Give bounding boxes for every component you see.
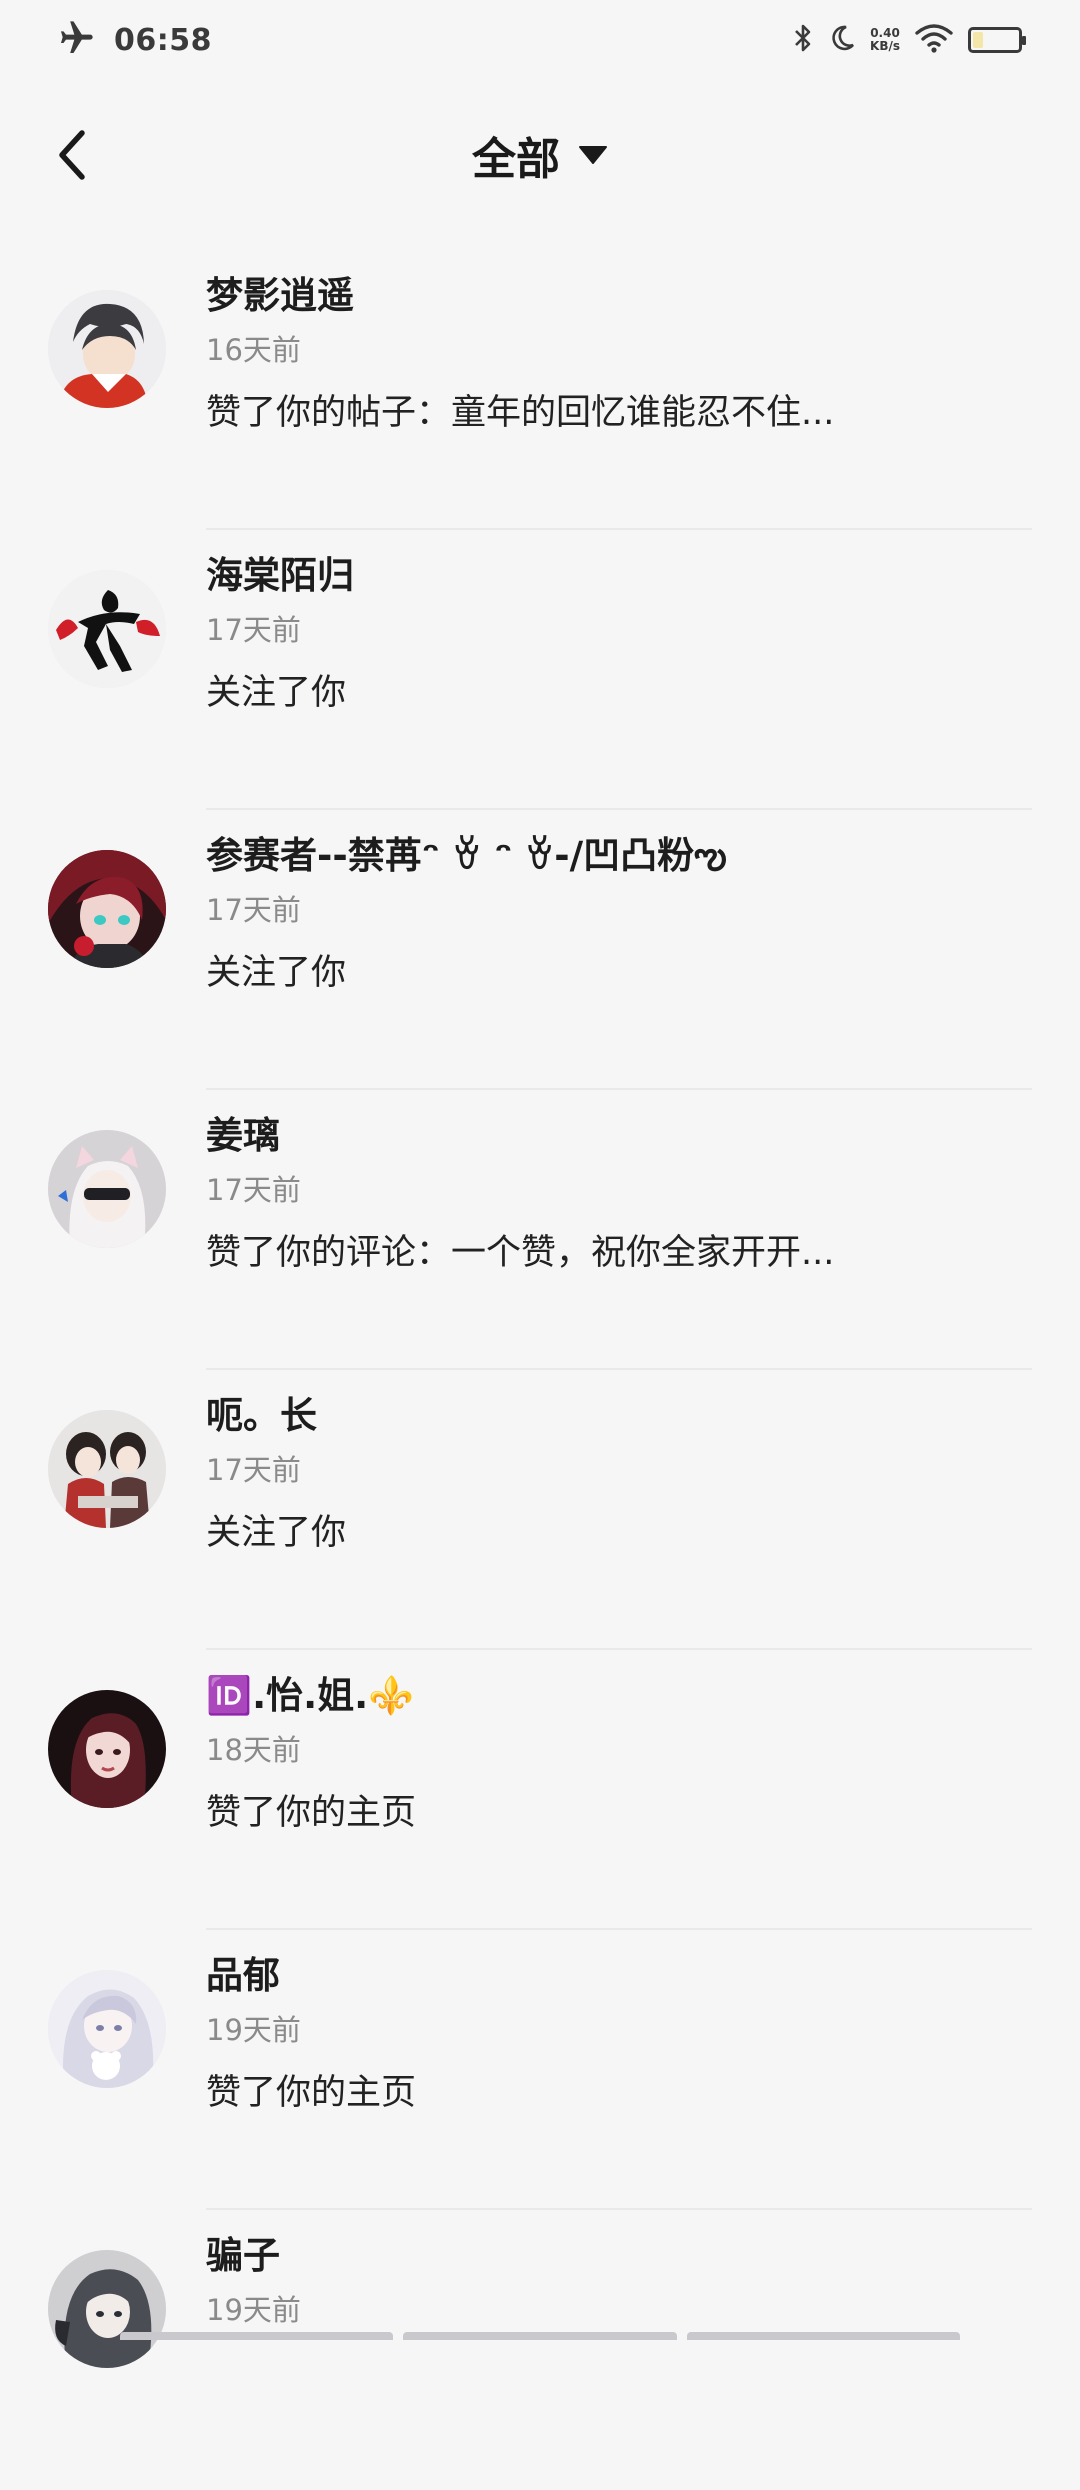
battery-icon <box>968 27 1026 53</box>
network-speed-unit: KB/s <box>870 39 900 53</box>
list-item[interactable]: 骗子 19天前 <box>0 2210 1080 2490</box>
action-text: 赞了你的主页 <box>206 2073 417 2113</box>
username[interactable]: 呃。长 <box>206 1390 1032 1442</box>
list-item[interactable]: 姜璃 17天前 赞了你的评论：一个赞，祝你全家开开... <box>0 1090 1080 1370</box>
list-item[interactable]: 🆔.怡.姐.⚜️ 18天前 赞了你的主页 <box>0 1650 1080 1930</box>
page-title: 全部 <box>472 134 560 185</box>
item-content: 姜璃 17天前 赞了你的评论：一个赞，祝你全家开开... <box>206 1110 1032 1278</box>
avatar[interactable] <box>48 570 166 688</box>
username[interactable]: 海棠陌归 <box>206 550 1032 602</box>
avatar[interactable] <box>48 1970 166 2088</box>
header: 全部 <box>0 100 1080 210</box>
status-right: 0.40 KB/s <box>792 18 1026 62</box>
action-text: 赞了你的评论：一个赞，祝你全家开开... <box>206 1233 835 1273</box>
gesture-bar <box>0 2332 1080 2340</box>
timestamp: 19天前 <box>206 2293 301 2327</box>
filter-dropdown[interactable]: 全部 <box>0 120 1080 190</box>
avatar[interactable] <box>48 2250 166 2368</box>
action-text: 关注了你 <box>206 673 347 713</box>
action-text: 赞了你的帖子：童年的回忆谁能忍不住... <box>206 393 835 433</box>
battery-level <box>973 32 983 48</box>
moon-icon <box>828 23 856 57</box>
list-item[interactable]: 梦影逍遥 16天前 赞了你的帖子：童年的回忆谁能忍不住... <box>0 250 1080 530</box>
wifi-icon <box>914 22 954 58</box>
item-content: 呃。长 17天前 关注了你 <box>206 1390 1032 1558</box>
list-item[interactable]: 品郁 19天前 赞了你的主页 <box>0 1930 1080 2210</box>
action-text: 关注了你 <box>206 953 347 993</box>
item-content: 梦影逍遥 16天前 赞了你的帖子：童年的回忆谁能忍不住... <box>206 270 1032 438</box>
avatar[interactable] <box>48 1130 166 1248</box>
item-content: 参赛者--禁苒ᵔ ꈊ ᵔ ꈊ-/凹凸粉ఌ 17天前 关注了你 <box>206 830 1032 998</box>
timestamp: 17天前 <box>206 1453 301 1487</box>
username[interactable]: 品郁 <box>206 1950 1032 2002</box>
item-content: 品郁 19天前 赞了你的主页 <box>206 1950 1032 2118</box>
action-text: 赞了你的主页 <box>206 1793 417 1833</box>
action-text: 关注了你 <box>206 1513 347 1553</box>
username[interactable]: 参赛者--禁苒ᵔ ꈊ ᵔ ꈊ-/凹凸粉ఌ <box>206 830 1032 882</box>
timestamp: 18天前 <box>206 1733 301 1767</box>
avatar[interactable] <box>48 290 166 408</box>
bluetooth-icon <box>792 22 814 58</box>
timestamp: 17天前 <box>206 893 301 927</box>
list-item[interactable]: 参赛者--禁苒ᵔ ꈊ ᵔ ꈊ-/凹凸粉ఌ 17天前 关注了你 <box>0 810 1080 1090</box>
timestamp: 19天前 <box>206 2013 301 2047</box>
username[interactable]: 姜璃 <box>206 1110 1032 1162</box>
status-left: 06:58 <box>56 18 212 62</box>
item-content: 骗子 19天前 <box>206 2230 1032 2348</box>
timestamp: 17天前 <box>206 613 301 647</box>
timestamp: 16天前 <box>206 333 301 367</box>
avatar[interactable] <box>48 1410 166 1528</box>
gesture-bar-segment <box>120 2332 394 2340</box>
item-content: 🆔.怡.姐.⚜️ 18天前 赞了你的主页 <box>206 1670 1032 1838</box>
caret-down-icon <box>579 146 607 164</box>
status-bar: 06:58 0.40 KB/s <box>0 0 1080 80</box>
avatar[interactable] <box>48 850 166 968</box>
list-item[interactable]: 海棠陌归 17天前 关注了你 <box>0 530 1080 810</box>
airplane-icon <box>56 18 96 62</box>
list-item[interactable]: 呃。长 17天前 关注了你 <box>0 1370 1080 1650</box>
gesture-bar-segment <box>686 2332 960 2340</box>
network-speed: 0.40 KB/s <box>870 27 900 53</box>
avatar[interactable] <box>48 1690 166 1808</box>
notification-list: 梦影逍遥 16天前 赞了你的帖子：童年的回忆谁能忍不住... 海棠陌归 17天前… <box>0 250 1080 2490</box>
gesture-bar-segment <box>403 2332 677 2340</box>
status-time: 06:58 <box>114 22 212 58</box>
timestamp: 17天前 <box>206 1173 301 1207</box>
username[interactable]: 🆔.怡.姐.⚜️ <box>206 1670 1032 1722</box>
username[interactable]: 骗子 <box>206 2230 1032 2282</box>
username[interactable]: 梦影逍遥 <box>206 270 1032 322</box>
item-content: 海棠陌归 17天前 关注了你 <box>206 550 1032 718</box>
